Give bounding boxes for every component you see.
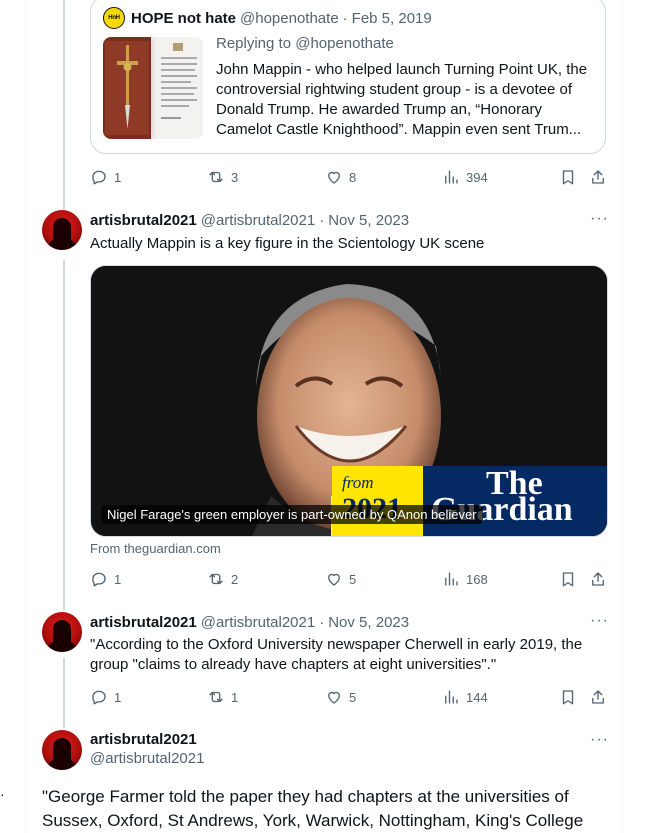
avatar[interactable] <box>42 210 82 250</box>
hope-not-hate-logo: HnH <box>103 7 125 29</box>
repost-icon <box>209 691 223 703</box>
views-icon <box>445 170 458 184</box>
views-count: 144 <box>466 689 488 705</box>
reply-icon <box>92 690 106 705</box>
tweet-header: artisbrutal2021 @artisbrutal2021 · Nov 5… <box>90 212 409 229</box>
tweet-header: artisbrutal2021 @artisbrutal2021 · Nov 5… <box>90 614 409 631</box>
share-icon <box>592 572 604 586</box>
tweet-actions: 1 1 5 144 <box>90 688 610 708</box>
more-icon[interactable]: ··· <box>590 731 609 749</box>
reply-button[interactable]: 1 <box>90 688 121 706</box>
views-button[interactable]: 144 <box>442 688 488 706</box>
views-icon <box>445 572 458 586</box>
share-button[interactable] <box>589 168 607 186</box>
reply-icon <box>92 572 106 587</box>
author-name[interactable]: artisbrutal2021 <box>90 731 204 748</box>
column-border-left <box>25 0 26 833</box>
separator-dot: · <box>342 9 348 27</box>
tweet-text: "According to the Oxford University news… <box>90 636 583 673</box>
quoted-tweet-header: HnH HOPE not hate @hopenothate · Feb 5, … <box>103 7 432 29</box>
bookmark-icon <box>562 690 574 705</box>
bookmark-button[interactable] <box>559 688 577 706</box>
avatar[interactable] <box>42 730 82 770</box>
separator-dot: · <box>319 212 325 229</box>
like-icon <box>328 171 340 184</box>
reply-count: 1 <box>114 169 122 185</box>
share-icon <box>592 690 604 704</box>
left-dot: · <box>0 786 5 802</box>
author-name[interactable]: artisbrutal2021 <box>90 212 197 229</box>
separator-dot: · <box>319 614 325 631</box>
share-button[interactable] <box>589 570 607 588</box>
views-button[interactable]: 394 <box>442 168 488 186</box>
quoted-tweet-thumbnail[interactable] <box>103 37 203 139</box>
bookmark-icon <box>562 170 574 185</box>
quoted-author-handle[interactable]: @hopenothate <box>240 10 339 27</box>
focused-tweet-text: "George Farmer told the paper they had c… <box>42 787 584 830</box>
views-count: 168 <box>466 571 488 587</box>
like-button[interactable]: 5 <box>325 688 356 706</box>
reply-button[interactable]: 1 <box>90 570 121 588</box>
share-button[interactable] <box>589 688 607 706</box>
reply-count: 1 <box>114 689 122 705</box>
like-count: 5 <box>349 689 357 705</box>
tweet-text: Actually Mappin is a key figure in the S… <box>90 235 485 252</box>
author-handle[interactable]: @artisbrutal2021 <box>201 212 315 229</box>
more-icon[interactable]: ··· <box>590 210 609 228</box>
link-card-caption: Nigel Farage's green employer is part-ow… <box>101 505 483 524</box>
reply-count: 1 <box>114 571 122 587</box>
tweet-actions: 1 2 5 168 <box>90 570 610 590</box>
thread-line <box>63 260 65 610</box>
views-button[interactable]: 168 <box>442 570 488 588</box>
reply-button[interactable]: 1 <box>90 168 121 186</box>
focused-tweet-author: artisbrutal2021 @artisbrutal2021 <box>90 731 204 767</box>
column-border-right <box>622 0 623 833</box>
tweet-date[interactable]: Nov 5, 2023 <box>328 212 409 229</box>
views-icon <box>445 690 458 704</box>
author-name[interactable]: artisbrutal2021 <box>90 614 197 631</box>
like-button[interactable]: 5 <box>325 570 356 588</box>
views-count: 394 <box>466 169 488 185</box>
author-handle[interactable]: @artisbrutal2021 <box>90 750 204 767</box>
bookmark-icon <box>562 572 574 587</box>
author-handle[interactable]: @artisbrutal2021 <box>201 614 315 631</box>
reply-icon <box>92 170 106 185</box>
quoted-tweet-card[interactable]: HnH HOPE not hate @hopenothate · Feb 5, … <box>90 0 606 154</box>
link-card[interactable]: from 2021 The Guardian Nigel Farage's gr… <box>90 265 608 537</box>
tweet-actions: 1 3 8 394 <box>90 168 610 188</box>
repost-button[interactable]: 3 <box>207 168 238 186</box>
thread-line <box>63 0 65 210</box>
like-icon <box>328 573 340 586</box>
thread-line <box>63 658 65 728</box>
quoted-tweet-text: John Mappin - who helped launch Turning … <box>216 61 588 138</box>
repost-icon <box>209 573 223 585</box>
like-button[interactable]: 8 <box>325 168 356 186</box>
like-count: 8 <box>349 169 357 185</box>
repost-count: 2 <box>231 571 239 587</box>
quoted-author-name[interactable]: HOPE not hate <box>131 10 236 27</box>
share-icon <box>592 170 604 184</box>
repost-count: 3 <box>231 169 239 185</box>
more-icon[interactable]: ··· <box>590 612 609 630</box>
replying-to-label[interactable]: Replying to @hopenothate <box>216 34 601 54</box>
repost-count: 1 <box>231 689 239 705</box>
repost-button[interactable]: 2 <box>207 570 238 588</box>
tweet-date[interactable]: Nov 5, 2023 <box>328 614 409 631</box>
card-from-label: from <box>342 473 374 492</box>
bookmark-button[interactable] <box>559 570 577 588</box>
repost-icon <box>209 171 223 183</box>
bookmark-button[interactable] <box>559 168 577 186</box>
link-card-image: from 2021 The Guardian <box>91 266 607 536</box>
like-icon <box>328 691 340 704</box>
quoted-tweet-body: Replying to @hopenothate John Mappin - w… <box>216 34 601 140</box>
avatar[interactable] <box>42 612 82 652</box>
repost-button[interactable]: 1 <box>207 688 238 706</box>
like-count: 5 <box>349 571 357 587</box>
quoted-tweet-date[interactable]: Feb 5, 2019 <box>352 10 432 27</box>
link-card-source[interactable]: From theguardian.com <box>90 541 221 556</box>
